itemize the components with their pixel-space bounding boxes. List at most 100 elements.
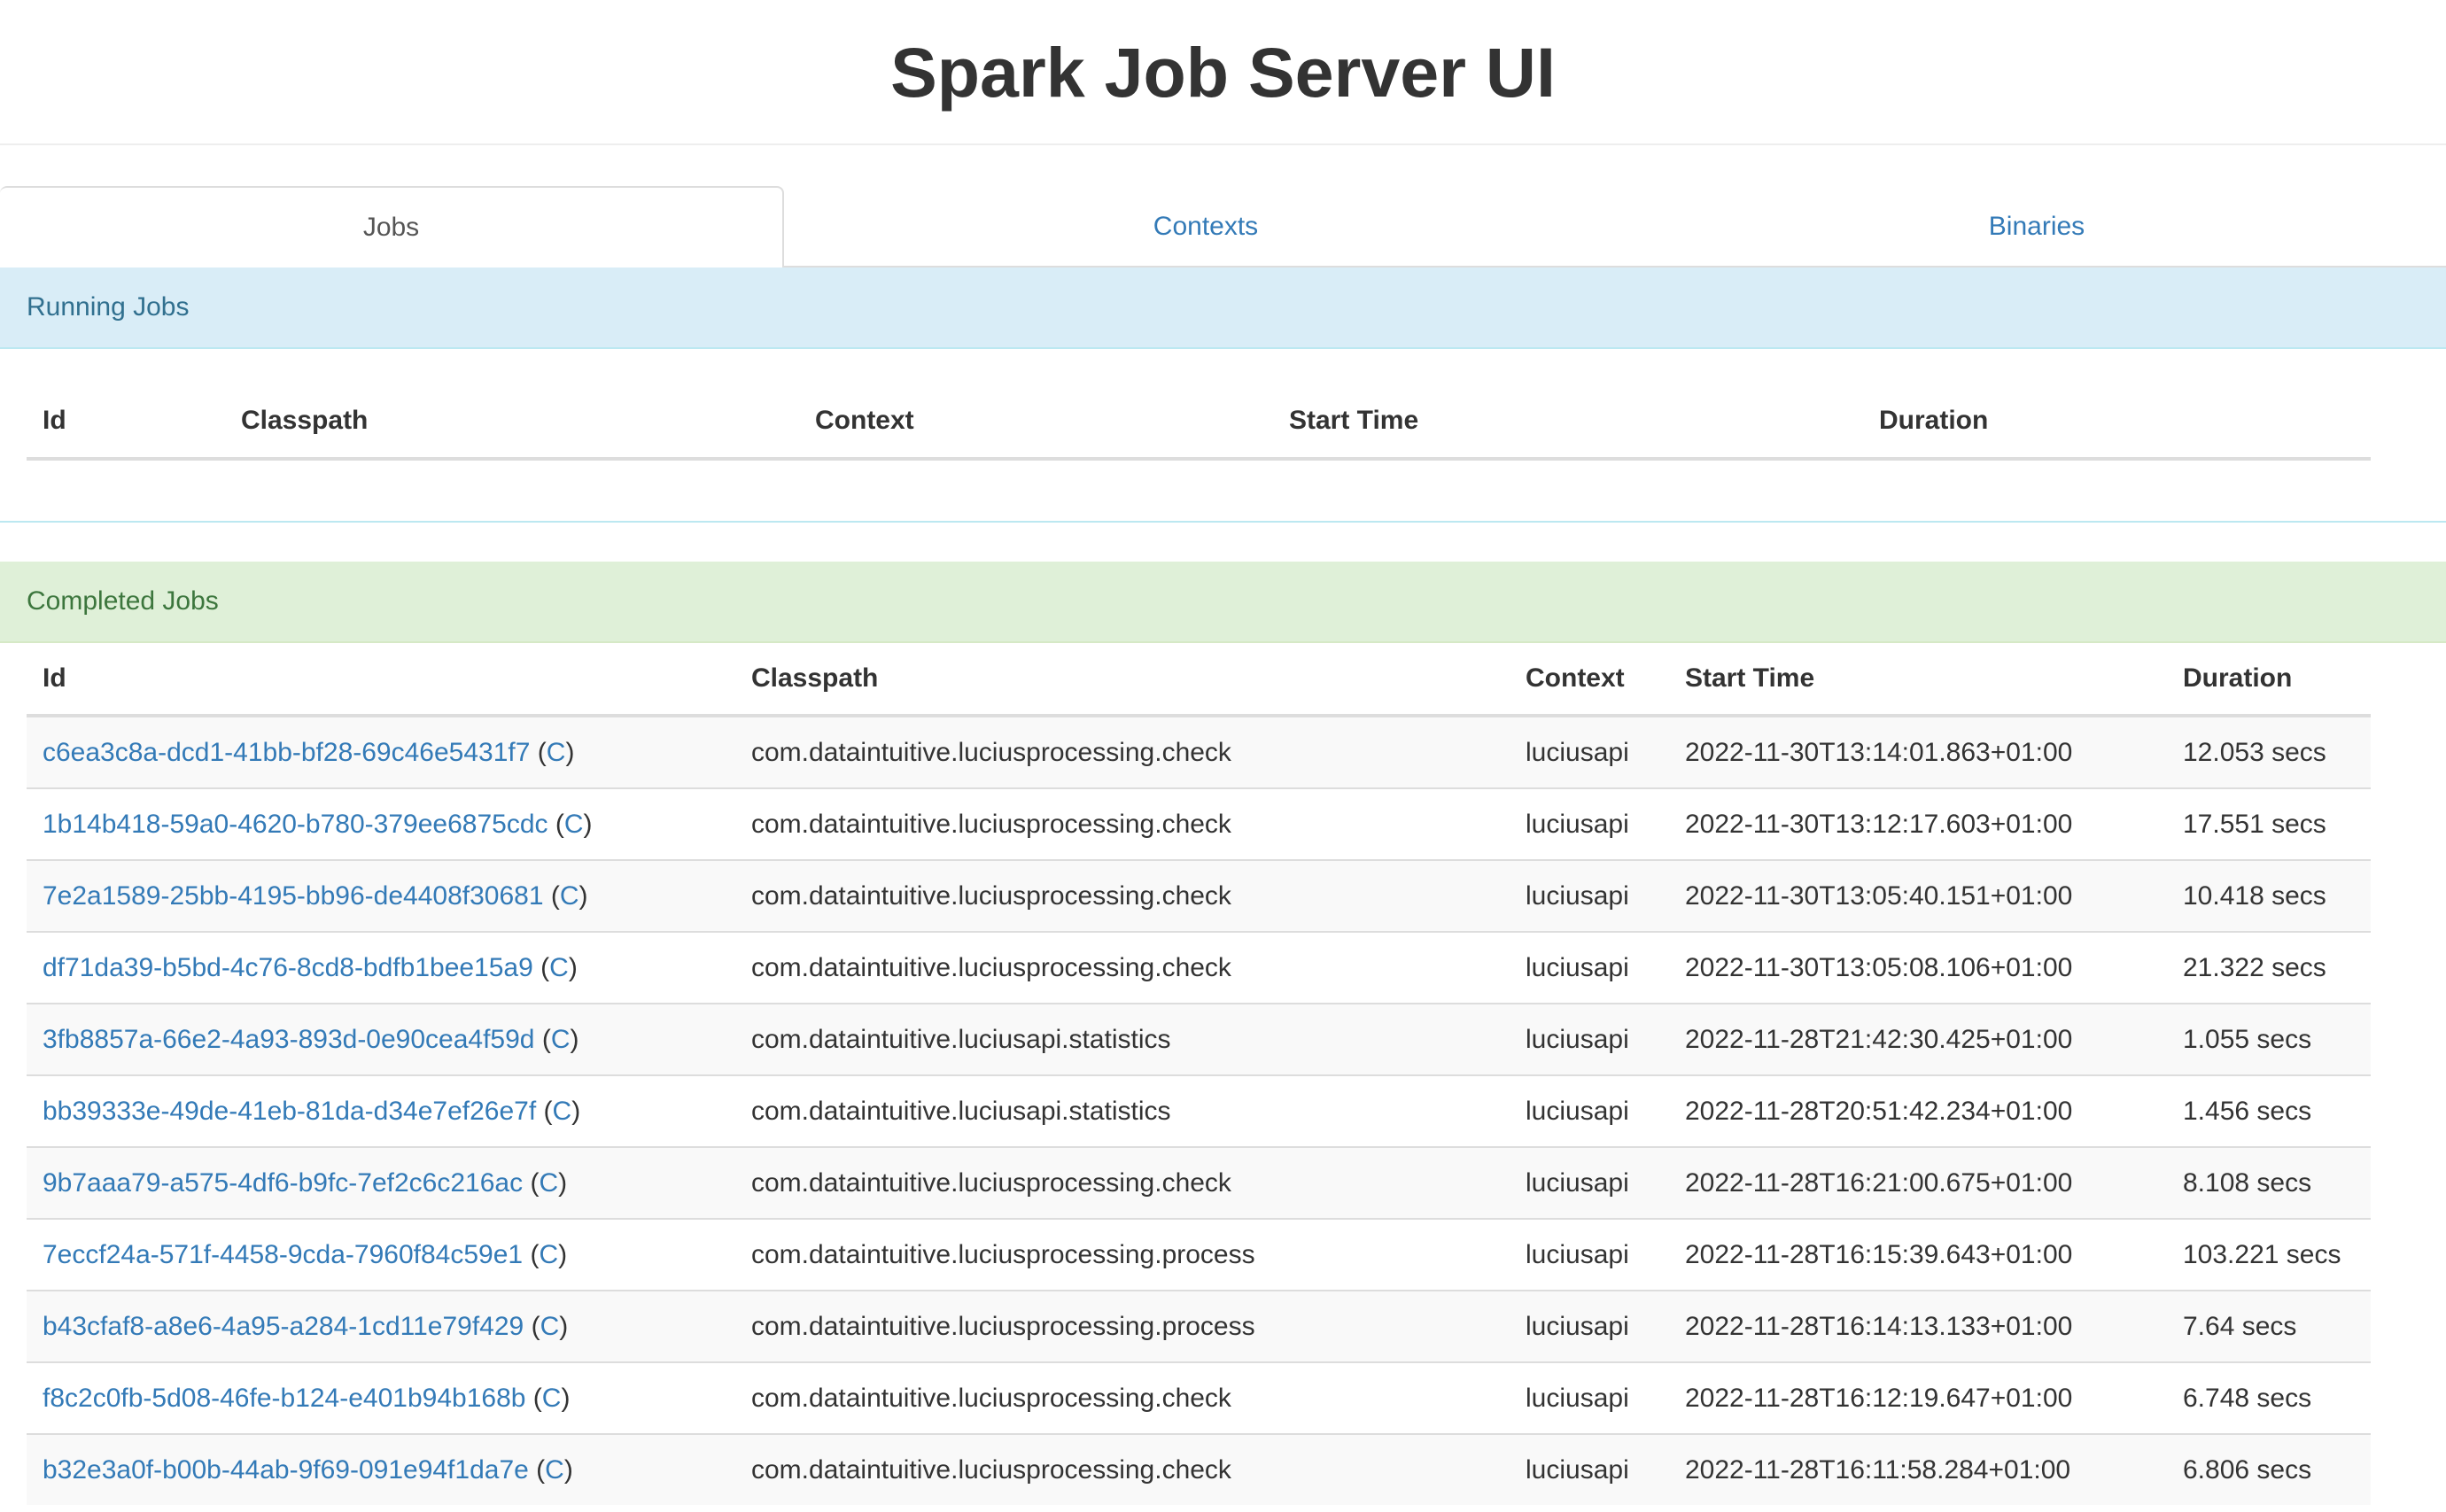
column-header-context: Context	[799, 384, 1273, 461]
column-header-duration: Duration	[2167, 643, 2371, 717]
cell-classpath: com.dataintuitive.luciusprocessing.check	[735, 931, 1510, 1004]
cell-id: df71da39-b5bd-4c76-8cd8-bdfb1bee15a9 (C)	[27, 931, 735, 1004]
table-row: b43cfaf8-a8e6-4a95-a284-1cd11e79f429 (C)…	[27, 1290, 2371, 1362]
job-id-link[interactable]: df71da39-b5bd-4c76-8cd8-bdfb1bee15a9	[43, 953, 533, 982]
running-jobs-heading: Running Jobs	[0, 268, 2446, 349]
column-header-id: Id	[27, 384, 225, 461]
cell-context: luciusapi	[1510, 1361, 1669, 1434]
job-config-link[interactable]: C	[549, 953, 569, 982]
job-config-link[interactable]: C	[560, 881, 579, 911]
table-row: b32e3a0f-b00b-44ab-9f69-091e94f1da7e (C)…	[27, 1433, 2371, 1505]
column-header-classpath: Classpath	[225, 384, 799, 461]
cell-start-time: 2022-11-28T20:51:42.234+01:00	[1669, 1074, 2167, 1147]
job-id-link[interactable]: f8c2c0fb-5d08-46fe-b124-e401b94b168b	[43, 1384, 525, 1413]
cell-duration: 1.456 secs	[2167, 1074, 2371, 1147]
job-config-link[interactable]: C	[545, 1455, 564, 1485]
cell-id: 3fb8857a-66e2-4a93-893d-0e90cea4f59d (C)	[27, 1003, 735, 1075]
table-row: 9b7aaa79-a575-4df6-b9fc-7ef2c6c216ac (C)…	[27, 1146, 2371, 1219]
job-config-link[interactable]: C	[542, 1384, 562, 1413]
job-id-link[interactable]: 9b7aaa79-a575-4df6-b9fc-7ef2c6c216ac	[43, 1168, 523, 1198]
job-id-link[interactable]: b43cfaf8-a8e6-4a95-a284-1cd11e79f429	[43, 1312, 524, 1341]
job-id-link[interactable]: bb39333e-49de-41eb-81da-d34e7ef26e7f	[43, 1097, 536, 1126]
cell-start-time: 2022-11-28T16:14:13.133+01:00	[1669, 1290, 2167, 1362]
cell-id: c6ea3c8a-dcd1-41bb-bf28-69c46e5431f7 (C)	[27, 715, 735, 788]
job-config-link[interactable]: C	[551, 1025, 571, 1054]
job-config-link[interactable]: C	[564, 810, 584, 839]
tab-contexts[interactable]: Contexts	[784, 186, 1627, 268]
cell-id: 7eccf24a-571f-4458-9cda-7960f84c59e1 (C)	[27, 1218, 735, 1291]
cell-classpath: com.dataintuitive.luciusprocessing.check	[735, 787, 1510, 860]
cell-id: 1b14b418-59a0-4620-b780-379ee6875cdc (C)	[27, 787, 735, 860]
column-header-start-time: Start Time	[1669, 643, 2167, 717]
column-header-classpath: Classpath	[735, 643, 1510, 717]
table-header-row: Id Classpath Context Start Time Duration	[27, 643, 2371, 717]
table-row: f8c2c0fb-5d08-46fe-b124-e401b94b168b (C)…	[27, 1361, 2371, 1434]
job-config-link[interactable]: C	[553, 1097, 572, 1126]
cell-duration: 17.551 secs	[2167, 787, 2371, 860]
cell-duration: 12.053 secs	[2167, 715, 2371, 788]
job-id-link[interactable]: c6ea3c8a-dcd1-41bb-bf28-69c46e5431f7	[43, 738, 530, 767]
column-header-duration: Duration	[1863, 384, 2371, 461]
job-id-link[interactable]: 1b14b418-59a0-4620-b780-379ee6875cdc	[43, 810, 548, 839]
cell-id: f8c2c0fb-5d08-46fe-b124-e401b94b168b (C)	[27, 1361, 735, 1434]
table-row: 7eccf24a-571f-4458-9cda-7960f84c59e1 (C)…	[27, 1218, 2371, 1291]
running-jobs-panel: Id Classpath Context Start Time Duration	[0, 349, 2446, 523]
cell-duration: 8.108 secs	[2167, 1146, 2371, 1219]
tab-jobs[interactable]: Jobs	[0, 186, 784, 269]
job-id-link[interactable]: 7e2a1589-25bb-4195-bb96-de4408f30681	[43, 881, 544, 911]
cell-id: bb39333e-49de-41eb-81da-d34e7ef26e7f (C)	[27, 1074, 735, 1147]
cell-classpath: com.dataintuitive.luciusprocessing.check	[735, 1361, 1510, 1434]
job-id-link[interactable]: 3fb8857a-66e2-4a93-893d-0e90cea4f59d	[43, 1025, 534, 1054]
cell-classpath: com.dataintuitive.luciusprocessing.check	[735, 1433, 1510, 1505]
table-row: c6ea3c8a-dcd1-41bb-bf28-69c46e5431f7 (C)…	[27, 715, 2371, 788]
cell-context: luciusapi	[1510, 931, 1669, 1004]
job-id-link[interactable]: 7eccf24a-571f-4458-9cda-7960f84c59e1	[43, 1240, 523, 1269]
job-config-link[interactable]: C	[540, 1312, 560, 1341]
app-header: Spark Job Server UI	[0, 0, 2446, 145]
cell-id: 9b7aaa79-a575-4df6-b9fc-7ef2c6c216ac (C)	[27, 1146, 735, 1219]
job-config-link[interactable]: C	[539, 1168, 558, 1198]
column-header-context: Context	[1510, 643, 1669, 717]
cell-id: b43cfaf8-a8e6-4a95-a284-1cd11e79f429 (C)	[27, 1290, 735, 1362]
cell-start-time: 2022-11-30T13:12:17.603+01:00	[1669, 787, 2167, 860]
cell-start-time: 2022-11-28T16:21:00.675+01:00	[1669, 1146, 2167, 1219]
cell-duration: 6.806 secs	[2167, 1433, 2371, 1505]
cell-start-time: 2022-11-28T16:15:39.643+01:00	[1669, 1218, 2167, 1291]
cell-id: 7e2a1589-25bb-4195-bb96-de4408f30681 (C)	[27, 859, 735, 932]
job-config-link[interactable]: C	[539, 1240, 558, 1269]
cell-duration: 6.748 secs	[2167, 1361, 2371, 1434]
table-row: 1b14b418-59a0-4620-b780-379ee6875cdc (C)…	[27, 787, 2371, 860]
completed-jobs-table: Id Classpath Context Start Time Duration…	[27, 643, 2371, 1505]
cell-classpath: com.dataintuitive.luciusapi.statistics	[735, 1074, 1510, 1147]
cell-context: luciusapi	[1510, 787, 1669, 860]
cell-start-time: 2022-11-28T21:42:30.425+01:00	[1669, 1003, 2167, 1075]
cell-duration: 7.64 secs	[2167, 1290, 2371, 1362]
cell-start-time: 2022-11-30T13:05:08.106+01:00	[1669, 931, 2167, 1004]
job-config-link[interactable]: C	[547, 738, 566, 767]
cell-classpath: com.dataintuitive.luciusprocessing.proce…	[735, 1218, 1510, 1291]
cell-context: luciusapi	[1510, 859, 1669, 932]
cell-duration: 10.418 secs	[2167, 859, 2371, 932]
job-id-link[interactable]: b32e3a0f-b00b-44ab-9f69-091e94f1da7e	[43, 1455, 529, 1485]
cell-context: luciusapi	[1510, 715, 1669, 788]
tab-binaries[interactable]: Binaries	[1627, 186, 2446, 268]
column-header-id: Id	[27, 643, 735, 717]
cell-classpath: com.dataintuitive.luciusprocessing.check	[735, 859, 1510, 932]
cell-start-time: 2022-11-30T13:05:40.151+01:00	[1669, 859, 2167, 932]
table-row: 3fb8857a-66e2-4a93-893d-0e90cea4f59d (C)…	[27, 1003, 2371, 1075]
running-jobs-table: Id Classpath Context Start Time Duration	[27, 384, 2371, 461]
cell-duration: 21.322 secs	[2167, 931, 2371, 1004]
cell-id: b32e3a0f-b00b-44ab-9f69-091e94f1da7e (C)	[27, 1433, 735, 1505]
cell-duration: 1.055 secs	[2167, 1003, 2371, 1075]
cell-context: luciusapi	[1510, 1218, 1669, 1291]
cell-classpath: com.dataintuitive.luciusprocessing.check	[735, 1146, 1510, 1219]
cell-duration: 103.221 secs	[2167, 1218, 2371, 1291]
cell-start-time: 2022-11-28T16:11:58.284+01:00	[1669, 1433, 2167, 1505]
page-title: Spark Job Server UI	[890, 32, 1556, 112]
cell-context: luciusapi	[1510, 1433, 1669, 1505]
cell-start-time: 2022-11-30T13:14:01.863+01:00	[1669, 715, 2167, 788]
cell-context: luciusapi	[1510, 1074, 1669, 1147]
table-row: bb39333e-49de-41eb-81da-d34e7ef26e7f (C)…	[27, 1074, 2371, 1147]
cell-context: luciusapi	[1510, 1003, 1669, 1075]
table-header-row: Id Classpath Context Start Time Duration	[27, 384, 2371, 461]
